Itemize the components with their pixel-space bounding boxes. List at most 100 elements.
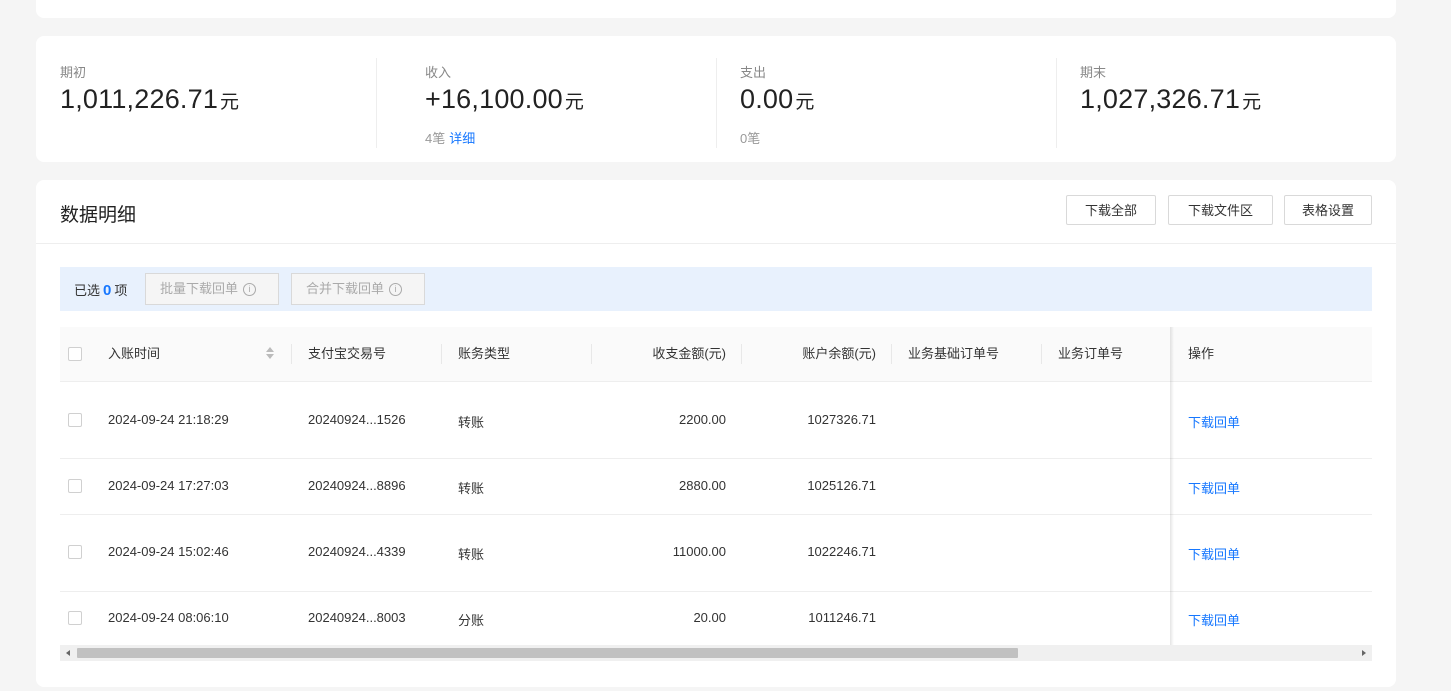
scrollbar-thumb[interactable]: [77, 648, 1018, 658]
stat-closing-amount: 1,027,326.71: [1080, 84, 1241, 114]
info-icon: i: [389, 283, 403, 297]
stat-expense-amount: 0.00: [740, 84, 794, 114]
col-divider: [291, 344, 292, 364]
col-divider: [741, 344, 742, 364]
row-amount: 20.00: [693, 610, 726, 625]
row-action: 下载回单: [1188, 610, 1240, 629]
row-action: 下载回单: [1188, 412, 1240, 431]
horizontal-scrollbar[interactable]: [60, 645, 1372, 661]
stat-closing-unit: 元: [1242, 92, 1262, 113]
selection-prefix: 已选: [74, 283, 101, 298]
batch-download-button[interactable]: 批量下载回单 i: [145, 273, 279, 305]
download-all-button[interactable]: 下载全部: [1066, 195, 1156, 225]
stat-income: 收入 +16,100.00 元 4笔 详细: [376, 58, 717, 148]
row-balance: 1027326.71: [807, 412, 876, 427]
batch-download-label: 批量下载回单: [160, 281, 239, 296]
row-amount: 2880.00: [679, 478, 726, 493]
table-settings-button[interactable]: 表格设置: [1284, 195, 1372, 225]
stat-opening-unit: 元: [220, 92, 240, 113]
stat-expense-count: 0笔: [740, 131, 761, 146]
stat-opening-label: 期初: [60, 65, 87, 80]
stat-opening-value: 1,011,226.71 元: [60, 84, 239, 115]
stat-expense-sub: 0笔: [740, 128, 760, 147]
col-type: 账务类型: [458, 346, 511, 361]
stat-income-unit: 元: [564, 92, 584, 113]
download-receipt-link[interactable]: 下载回单: [1188, 415, 1240, 430]
row-trade-no: 20240924...8896: [308, 478, 406, 493]
sort-icon[interactable]: [266, 347, 274, 361]
detail-title: 数据明细: [60, 205, 137, 226]
detail-card: 数据明细 下载全部 下载文件区 表格设置 已选 0 项 批量下载回单 i 合并下载回单…: [36, 180, 1396, 687]
top-card: [36, 0, 1396, 18]
stat-opening: 期初 1,011,226.71 元: [60, 58, 376, 148]
summary-card: 期初 1,011,226.71 元 收入 +16,100.00 元 4笔 详细 支出 …: [36, 36, 1396, 162]
detail-header: 数据明细 下载全部 下载文件区 表格设置: [36, 180, 1396, 244]
col-order: 业务订单号: [1058, 346, 1124, 361]
stat-expense-value: 0.00 元: [740, 84, 814, 115]
row-time: 2024-09-24 21:18:29: [108, 412, 229, 427]
row-checkbox[interactable]: [68, 545, 82, 559]
stat-closing-label: 期末: [1080, 65, 1107, 80]
col-divider: [591, 344, 592, 364]
col-divider: [1041, 344, 1042, 364]
row-time: 2024-09-24 17:27:03: [108, 478, 229, 493]
col-action: 操作: [1188, 346, 1215, 361]
row-balance: 1022246.71: [807, 544, 876, 559]
col-base-order: 业务基础订单号: [908, 346, 1000, 361]
col-amount: 收支金额(元): [652, 346, 726, 361]
select-all-checkbox[interactable]: [68, 347, 82, 361]
table-header: 入账时间 支付宝交易号 账务类型 收支金额(元) 账户余额(元) 业务基础订单号…: [60, 327, 1372, 382]
scroll-left-arrow-icon[interactable]: [66, 650, 70, 656]
download-files-button[interactable]: 下载文件区: [1168, 195, 1273, 225]
row-action: 下载回单: [1188, 478, 1240, 497]
stat-income-amount: +16,100.00: [425, 84, 563, 114]
stat-income-sub: 4笔 详细: [425, 128, 475, 147]
stat-expense-unit: 元: [795, 92, 815, 113]
table-row: 2024-09-24 08:06:10 20240924...8003 分账 2…: [60, 592, 1372, 645]
stat-opening-amount: 1,011,226.71: [60, 84, 219, 114]
stat-income-count: 4笔: [425, 131, 446, 146]
stat-income-value: +16,100.00 元: [425, 84, 584, 115]
col-time[interactable]: 入账时间: [108, 327, 160, 381]
selection-suffix: 项: [114, 283, 128, 298]
row-time: 2024-09-24 15:02:46: [108, 544, 229, 559]
download-receipt-link[interactable]: 下载回单: [1188, 613, 1240, 628]
table-row: 2024-09-24 17:27:03 20240924...8896 转账 2…: [60, 459, 1372, 515]
col-divider: [441, 344, 442, 364]
row-amount: 11000.00: [672, 544, 726, 559]
selection-count: 0: [103, 282, 112, 299]
info-icon: i: [243, 283, 257, 297]
row-checkbox[interactable]: [68, 611, 82, 625]
row-type: 分账: [458, 613, 485, 628]
selection-bar: 已选 0 项 批量下载回单 i 合并下载回单 i: [60, 267, 1372, 311]
download-receipt-link[interactable]: 下载回单: [1188, 481, 1240, 496]
row-type: 转账: [458, 547, 485, 562]
row-time: 2024-09-24 08:06:10: [108, 610, 229, 625]
row-trade-no: 20240924...8003: [308, 610, 406, 625]
col-trade-no: 支付宝交易号: [308, 346, 387, 361]
scroll-right-arrow-icon[interactable]: [1362, 650, 1366, 656]
download-receipt-link[interactable]: 下载回单: [1188, 547, 1240, 562]
table-row: 2024-09-24 15:02:46 20240924...4339 转账 1…: [60, 515, 1372, 592]
col-divider: [891, 344, 892, 364]
merge-download-button[interactable]: 合并下载回单 i: [291, 273, 425, 305]
fixed-column-shadow: [1170, 327, 1174, 647]
stat-closing: 期末 1,027,326.71 元: [1056, 58, 1373, 148]
income-detail-link[interactable]: 详细: [449, 131, 475, 146]
row-action: 下载回单: [1188, 544, 1240, 563]
row-trade-no: 20240924...1526: [308, 412, 406, 427]
stat-expense: 支出 0.00 元 0笔: [716, 58, 1033, 148]
row-balance: 1025126.71: [807, 478, 876, 493]
row-type: 转账: [458, 415, 485, 430]
selection-text: 已选 0 项: [74, 280, 127, 299]
table-row: 2024-09-24 21:18:29 20240924...1526 转账 2…: [60, 382, 1372, 459]
col-balance: 账户余额(元): [802, 346, 876, 361]
row-checkbox[interactable]: [68, 479, 82, 493]
row-balance: 1011246.71: [808, 610, 876, 625]
stat-expense-label: 支出: [740, 65, 767, 80]
row-type: 转账: [458, 481, 485, 496]
merge-download-label: 合并下载回单: [306, 281, 385, 296]
stat-closing-value: 1,027,326.71 元: [1080, 84, 1261, 115]
row-trade-no: 20240924...4339: [308, 544, 406, 559]
row-checkbox[interactable]: [68, 413, 82, 427]
